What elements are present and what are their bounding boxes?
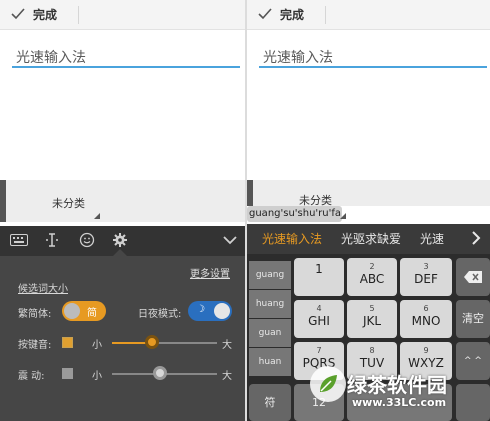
category-marker — [0, 180, 6, 222]
emoji-icon[interactable] — [79, 232, 95, 248]
backspace-icon — [464, 271, 482, 283]
vibrate-slider-knob[interactable] — [153, 366, 167, 380]
gear-icon[interactable] — [112, 232, 128, 248]
settings-notch — [112, 249, 128, 257]
symbol-key[interactable]: 符 — [249, 384, 291, 421]
top-bar: 完成 — [247, 0, 490, 30]
phrase-input-value: 光速输入法 — [263, 50, 333, 66]
category-bar[interactable] — [0, 180, 245, 222]
more-settings-link[interactable]: 更多设置 — [190, 265, 230, 280]
key-1[interactable]: 1 — [294, 258, 344, 296]
phrase-input[interactable]: 光速输入法 — [259, 44, 487, 68]
keyboard-icon[interactable] — [10, 234, 28, 246]
expand-button[interactable]: ^ ^ — [456, 342, 490, 380]
category-bar[interactable] — [247, 180, 490, 206]
delete-button[interactable] — [456, 258, 490, 296]
chevron-right-icon[interactable] — [470, 230, 482, 246]
key-4[interactable]: 4 GHI — [294, 300, 344, 338]
key-sound-checkbox[interactable] — [62, 337, 73, 348]
key-3[interactable]: 3 DEF — [400, 258, 452, 296]
vibrate-checkbox[interactable] — [62, 368, 73, 379]
dropdown-corner-icon — [340, 213, 346, 219]
small-label: 小 — [92, 371, 102, 382]
key-sound-label: 按键音: — [18, 340, 52, 351]
pinyin-option[interactable]: guang — [249, 261, 291, 289]
trad-simp-toggle[interactable]: 简 — [62, 301, 106, 321]
leaf-icon — [320, 375, 337, 392]
pinyin-option[interactable]: huan — [249, 348, 291, 376]
clear-button[interactable]: 清空 — [456, 300, 490, 338]
key-sound-slider-knob[interactable] — [145, 335, 159, 349]
toggle-knob — [64, 303, 80, 319]
day-night-label: 日夜模式: — [138, 309, 182, 320]
cursor-icon[interactable] — [44, 232, 60, 248]
candidate-item[interactable]: 光速 — [420, 230, 444, 247]
large-label: 大 — [222, 340, 232, 351]
divider — [325, 6, 326, 24]
enter-key[interactable] — [456, 384, 490, 421]
candidate-size-label[interactable]: 候选词大小 — [18, 280, 68, 295]
key-6[interactable]: 6 MNO — [400, 300, 452, 338]
key-2[interactable]: 2 ABC — [347, 258, 397, 296]
watermark-brand: 绿茶软件园 — [347, 373, 447, 397]
category-marker — [247, 180, 253, 206]
watermark-url: www.33LC.com — [352, 396, 447, 409]
divider — [78, 6, 79, 24]
phrase-input[interactable]: 光速输入法 — [12, 44, 240, 68]
trad-simp-label: 繁简体: — [18, 309, 52, 320]
large-label: 大 — [222, 371, 232, 382]
pinyin-option[interactable]: huang — [249, 290, 291, 318]
trad-simp-value: 简 — [87, 308, 97, 319]
vibrate-label: 震 动: — [18, 371, 45, 382]
done-button[interactable]: 完成 — [33, 6, 57, 23]
dropdown-corner-icon — [94, 213, 100, 219]
pinyin-option[interactable]: guan — [249, 319, 291, 347]
check-icon[interactable] — [10, 6, 26, 22]
candidate-item[interactable]: 光速输入法 — [262, 230, 322, 247]
category-label[interactable]: 未分类 — [52, 195, 85, 211]
toggle-knob — [214, 303, 230, 319]
key-5[interactable]: 5 JKL — [347, 300, 397, 338]
moon-icon: ☽ — [196, 304, 205, 315]
phrase-input-value: 光速输入法 — [16, 50, 86, 66]
done-button[interactable]: 完成 — [280, 6, 304, 23]
candidate-item[interactable]: 光驱求缺爱 — [341, 230, 401, 247]
pinyin-composition: guang'su'shu'ru'fa — [247, 206, 342, 222]
day-night-toggle[interactable]: ☽ — [188, 301, 232, 321]
top-bar: 完成 — [0, 0, 245, 30]
check-icon[interactable] — [257, 6, 273, 22]
small-label: 小 — [92, 340, 102, 351]
chevron-down-icon[interactable] — [222, 232, 238, 248]
